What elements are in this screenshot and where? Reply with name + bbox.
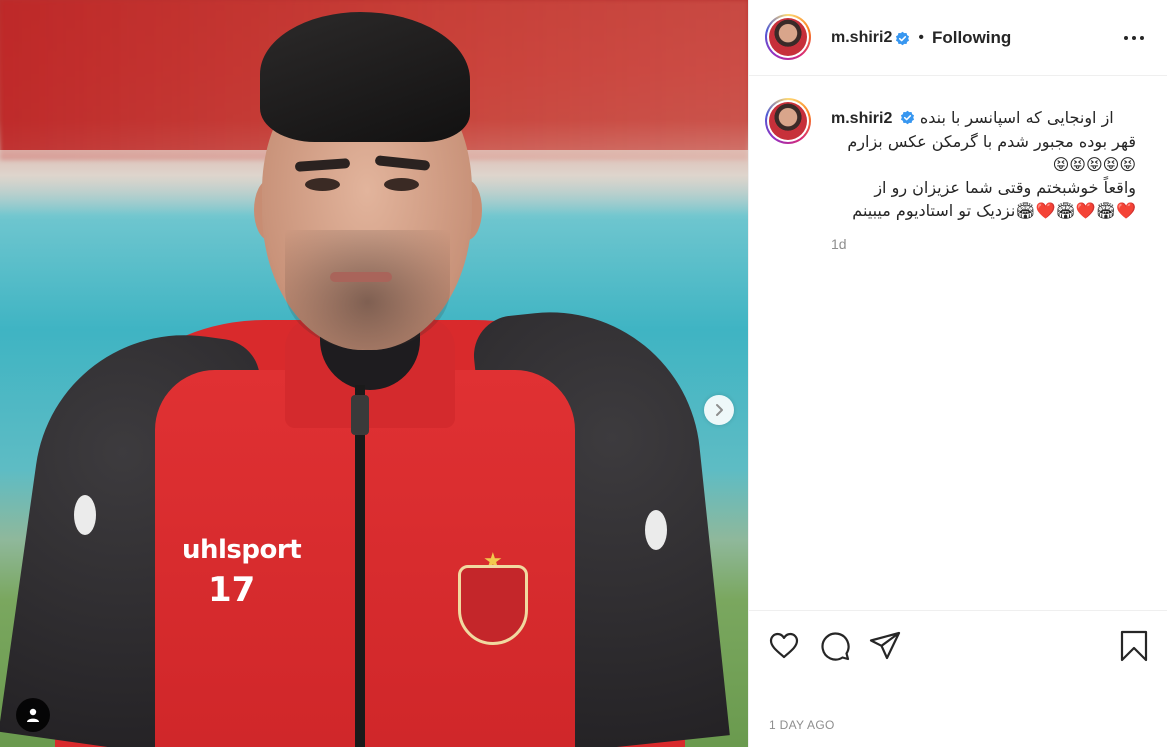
- action-bar: [749, 610, 1167, 680]
- more-options-icon: [1124, 36, 1128, 40]
- caption-timestamp[interactable]: 1d: [831, 236, 847, 252]
- eye-left: [305, 178, 340, 191]
- user-tag-icon: [27, 708, 39, 722]
- post-image[interactable]: uhlsport 17 ★: [0, 0, 748, 747]
- jersey-number: 17: [208, 570, 256, 610]
- following-button[interactable]: Following: [932, 28, 1011, 48]
- zipper-pull: [351, 395, 369, 435]
- avatar-image: [769, 102, 807, 140]
- caption-section: m.shiri2 از اونجایی که اسپانسر با بنده ق…: [749, 76, 1167, 610]
- like-button[interactable]: [767, 629, 801, 663]
- avatar[interactable]: [765, 14, 811, 60]
- sleeve-logo-right: [645, 510, 667, 550]
- username-link[interactable]: m.shiri2: [831, 29, 892, 47]
- beard: [285, 230, 450, 350]
- comment-icon: [821, 632, 850, 661]
- post-header: m.shiri2 • Following: [749, 0, 1167, 76]
- caption-line: واقعاً خوشبختم وقتی شما عزیزان رو از: [874, 178, 1136, 197]
- share-button[interactable]: [868, 629, 902, 663]
- header-user: m.shiri2 • Following: [831, 28, 1011, 48]
- send-icon: [869, 631, 901, 660]
- hair: [260, 12, 470, 142]
- caption-username-link[interactable]: m.shiri2: [831, 110, 892, 127]
- next-image-button[interactable]: [704, 395, 734, 425]
- caption-line: قهر بوده مجبور شدم با گرمکن عکس بزارم: [847, 132, 1136, 151]
- avatar-image: [769, 18, 807, 56]
- zipper: [355, 385, 365, 747]
- post-sidebar: m.shiri2 • Following m.shiri2 از اونجایی…: [748, 0, 1167, 747]
- bookmark-icon: [1120, 630, 1148, 662]
- caption-line: ❤️🏟❤️🏟❤️🏟نزدیک تو استادیوم میبینم: [852, 201, 1136, 220]
- chevron-right-icon: [716, 404, 723, 416]
- post-date[interactable]: 1 DAY AGO: [769, 718, 835, 732]
- club-crest-logo: [458, 565, 528, 645]
- caption-line: از اونجایی که اسپانسر با بنده: [919, 108, 1114, 127]
- eye-right: [384, 178, 419, 191]
- verified-badge-icon: [896, 31, 910, 45]
- caption-line: 😝😝😝😝😝: [1052, 155, 1136, 174]
- save-button[interactable]: [1117, 629, 1151, 663]
- caption-text: m.shiri2 از اونجایی که اسپانسر با بنده ق…: [831, 106, 1136, 222]
- comment-button[interactable]: [818, 629, 852, 663]
- mouth: [330, 272, 392, 282]
- more-options-button[interactable]: [1119, 26, 1149, 50]
- caption-avatar[interactable]: [765, 98, 811, 144]
- player-figure: uhlsport 17 ★: [0, 0, 748, 747]
- verified-badge-icon: [901, 110, 915, 125]
- jersey-brand-logo: uhlsport: [182, 535, 302, 565]
- heart-icon: [769, 632, 799, 659]
- user-tags-button[interactable]: [16, 698, 50, 732]
- sleeve-logo-left: [74, 495, 96, 535]
- separator-dot: •: [918, 29, 924, 46]
